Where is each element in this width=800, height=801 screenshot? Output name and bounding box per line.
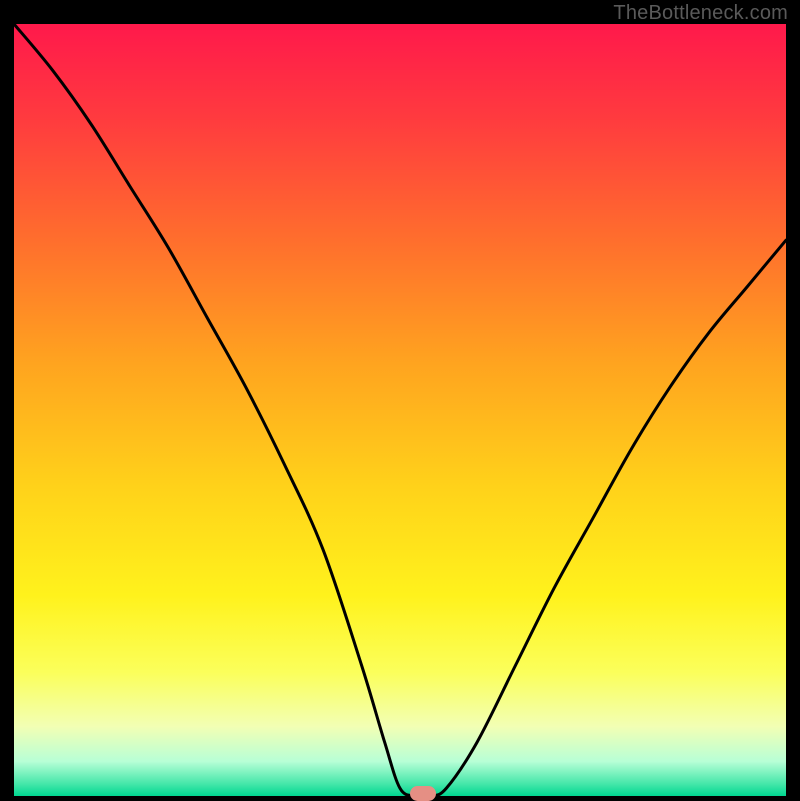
chart-background-gradient <box>14 24 786 796</box>
optimal-point-marker <box>410 786 436 801</box>
chart-frame <box>14 24 786 796</box>
watermark-text: TheBottleneck.com <box>613 2 788 25</box>
bottleneck-chart <box>14 24 786 796</box>
